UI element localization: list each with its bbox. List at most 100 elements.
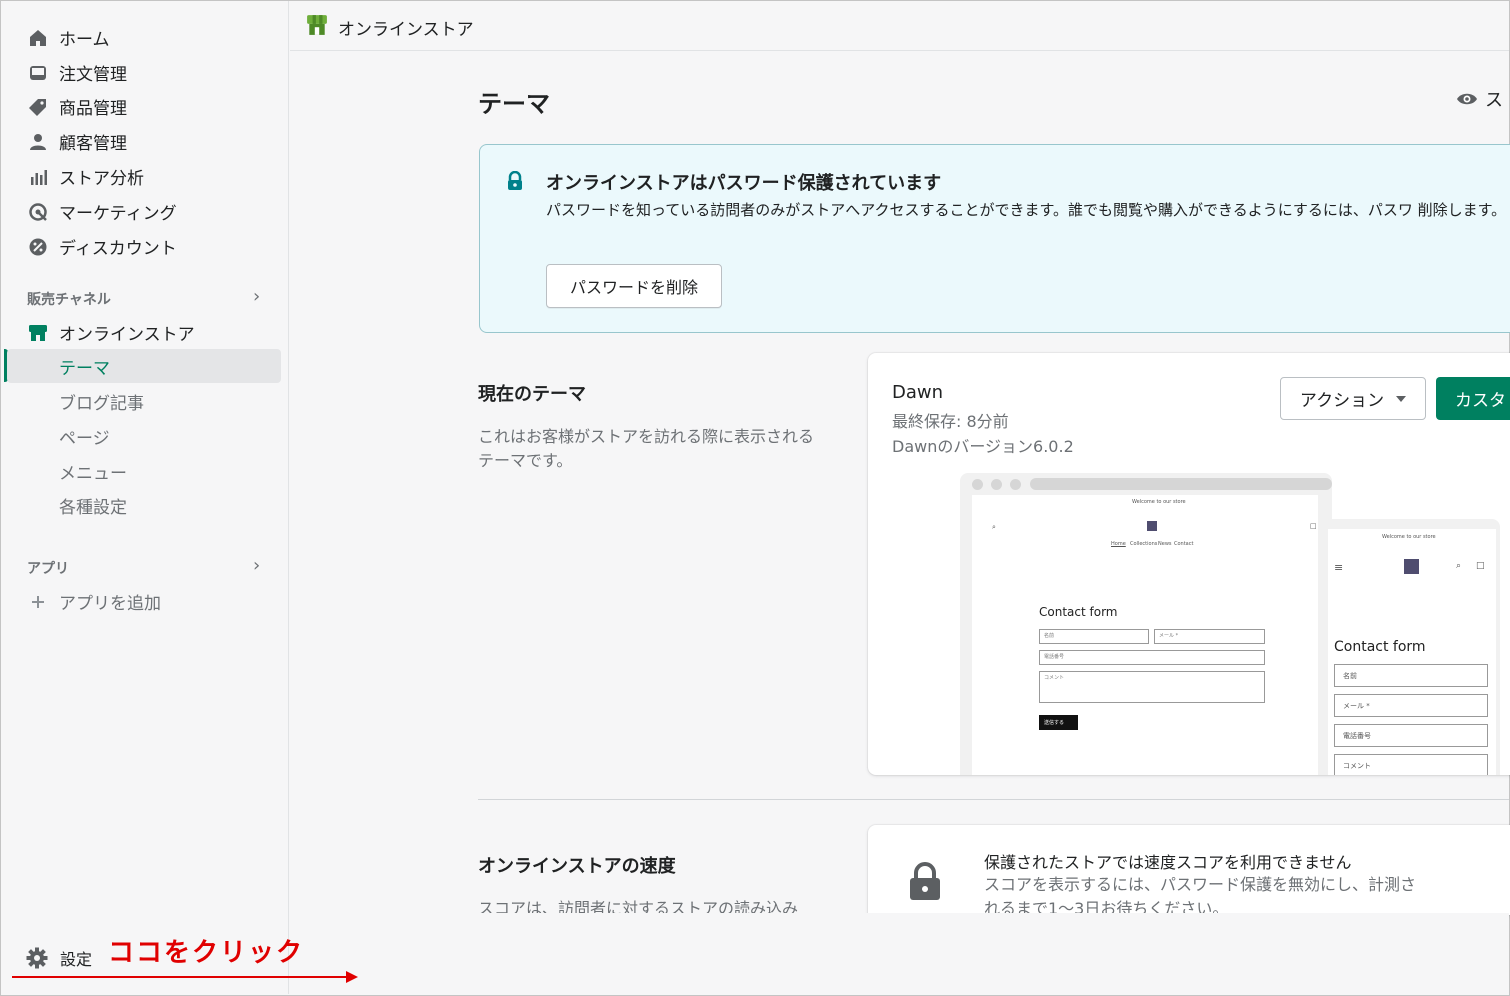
preview-label: ス <box>1485 90 1503 111</box>
mobile-screen: Welcome to our store ≡ ⌕ □ Contact form … <box>1328 529 1496 775</box>
theme-last-saved: 最終保存: 8分前 <box>892 412 1009 431</box>
settings-label: 設定 <box>60 950 93 969</box>
speed-card-title: 保護されたストアでは速度スコアを利用できません <box>984 853 1352 872</box>
sidebar-item-analytics[interactable]: ストア分析 <box>1 159 281 193</box>
topbar-title: オンラインストア <box>338 20 474 40</box>
annotation-text: ココをクリック <box>108 938 305 968</box>
sidebar-item-label: 注文管理 <box>59 64 127 85</box>
window-dots <box>972 479 1021 490</box>
preview-contact-title-mobile: Contact form <box>1334 639 1426 655</box>
cart-icon: □ <box>1476 561 1485 571</box>
sidebar-item-label: 各種設定 <box>59 497 127 518</box>
preview-field-email: メール * <box>1154 629 1265 644</box>
settings-link[interactable]: 設定 <box>26 946 92 970</box>
sidebar-item-label: ストア分析 <box>59 168 144 189</box>
mobile-preview: Welcome to our store ≡ ⌕ □ Contact form … <box>1320 519 1500 775</box>
speed-heading: オンラインストアの速度 <box>478 856 676 877</box>
preview-contact-title: Contact form <box>1039 605 1118 619</box>
sidebar-subitem-blog-posts[interactable]: ブログ記事 <box>1 384 281 418</box>
store-icon <box>306 14 328 40</box>
sidebar-item-label: ディスカウント <box>59 238 177 259</box>
banner-body: パスワードを知っている訪問者のみがストアへアクセスすることができます。誰でも閲覧… <box>546 201 1507 219</box>
speed-description: スコアは、訪問者に対するストアの読み込み <box>478 899 799 913</box>
apps-title: アプリ <box>27 561 69 577</box>
preview-field-name: 名前 <box>1039 629 1149 644</box>
chevron-right-icon[interactable]: › <box>253 286 260 307</box>
desktop-screen: Welcome to our store ⌕ □ Home Collection… <box>972 495 1318 775</box>
store-icon <box>27 322 49 344</box>
search-icon: ⌕ <box>992 523 996 531</box>
customize-button[interactable]: カスタ <box>1436 377 1510 420</box>
sidebar-item-label: ホーム <box>59 29 110 50</box>
actions-dropdown[interactable]: アクション <box>1280 377 1426 420</box>
preview-mfield-comment: コメント <box>1334 754 1488 775</box>
inbox-icon <box>27 62 49 84</box>
sidebar-item-label: ブログ記事 <box>59 393 144 414</box>
sidebar-subitem-themes[interactable]: テーマ <box>7 349 281 383</box>
current-theme-heading: 現在のテーマ <box>478 384 586 405</box>
preview-welcome: Welcome to our store <box>1132 499 1186 505</box>
sidebar-subitem-pages[interactable]: ページ <box>1 419 281 453</box>
bar-chart-icon <box>27 166 49 188</box>
sidebar-subitem-navigation[interactable]: メニュー <box>1 454 281 488</box>
preview-mfield-email: メール * <box>1334 694 1488 717</box>
plus-icon <box>27 591 49 613</box>
theme-version: Dawnのバージョン6.0.2 <box>892 437 1074 456</box>
sidebar-item-home[interactable]: ホーム <box>1 20 281 54</box>
sidebar-item-add-app[interactable]: アプリを追加 <box>1 584 281 618</box>
sidebar-item-customers[interactable]: 顧客管理 <box>1 124 281 158</box>
sidebar-item-label: ページ <box>59 428 110 449</box>
desktop-preview: Welcome to our store ⌕ □ Home Collection… <box>960 473 1332 775</box>
speed-card-body: スコアを表示するには、パスワード保護を無効にし、計測されるまで1〜3日お待ちくだ… <box>984 875 1417 915</box>
store-logo <box>1147 521 1157 531</box>
sidebar-item-label: マーケティング <box>59 203 177 224</box>
bottom-area <box>290 913 1509 994</box>
preview-field-comment: コメント <box>1039 671 1265 703</box>
sidebar-item-marketing[interactable]: マーケティング <box>1 194 281 228</box>
target-icon <box>27 201 49 223</box>
search-icon: ⌕ <box>1456 561 1462 571</box>
sidebar-item-products[interactable]: 商品管理 <box>1 89 281 123</box>
preview-mfield-name: 名前 <box>1334 664 1488 687</box>
tag-icon <box>27 96 49 118</box>
lock-icon <box>506 170 524 195</box>
preview-nav-collections: Collections <box>1130 541 1158 547</box>
home-icon <box>27 27 49 49</box>
sidebar-item-label: オンラインストア <box>59 324 195 345</box>
url-bar <box>1030 478 1332 490</box>
current-theme-description: これはお客様がストアを訪れる際に表示されるテーマです。 <box>478 427 815 470</box>
theme-card: Dawn 最終保存: 8分前 Dawnのバージョン6.0.2 アクション カスタ… <box>868 353 1510 775</box>
sidebar-item-online-store[interactable]: オンラインストア <box>1 315 281 349</box>
caret-down-icon <box>1396 395 1407 402</box>
store-logo-mobile <box>1404 559 1419 574</box>
sidebar-item-discounts[interactable]: ディスカウント <box>1 229 281 263</box>
preview-nav-contact: Contact <box>1174 541 1194 547</box>
remove-password-button[interactable]: パスワードを削除 <box>546 264 722 308</box>
sidebar-item-label: アプリを追加 <box>59 593 161 614</box>
menu-icon: ≡ <box>1334 561 1344 574</box>
preview-nav-news: News <box>1158 541 1172 547</box>
cart-icon: □ <box>1310 522 1317 530</box>
actions-label: アクション <box>1299 391 1385 411</box>
preview-mfield-phone: 電話番号 <box>1334 724 1488 747</box>
preview-submit: 送信する <box>1039 715 1078 730</box>
sales-channels-title: 販売チャネル <box>27 292 111 308</box>
preview-field-phone: 電話番号 <box>1039 650 1265 665</box>
preview-button[interactable]: ス <box>1456 86 1503 112</box>
sidebar-subitem-preferences[interactable]: 各種設定 <box>1 488 281 522</box>
sidebar-item-label: 顧客管理 <box>59 133 127 154</box>
sidebar-item-label: メニュー <box>59 463 127 484</box>
annotation-arrow <box>12 976 348 978</box>
gear-icon <box>26 947 48 969</box>
chevron-right-icon[interactable]: › <box>253 555 260 576</box>
sidebar: ホーム 注文管理 商品管理 顧客管理 ストア分析 マーケティング ディスカウント… <box>1 1 289 994</box>
theme-name: Dawn <box>892 382 944 403</box>
preview-welcome-mobile: Welcome to our store <box>1382 534 1436 540</box>
section-divider <box>478 799 1509 800</box>
speed-card: 保護されたストアでは速度スコアを利用できません スコアを表示するには、パスワード… <box>868 825 1510 915</box>
discount-icon <box>27 236 49 258</box>
lock-icon <box>908 862 942 904</box>
eye-icon <box>1457 93 1477 105</box>
sidebar-item-orders[interactable]: 注文管理 <box>1 55 281 89</box>
person-icon <box>27 131 49 153</box>
